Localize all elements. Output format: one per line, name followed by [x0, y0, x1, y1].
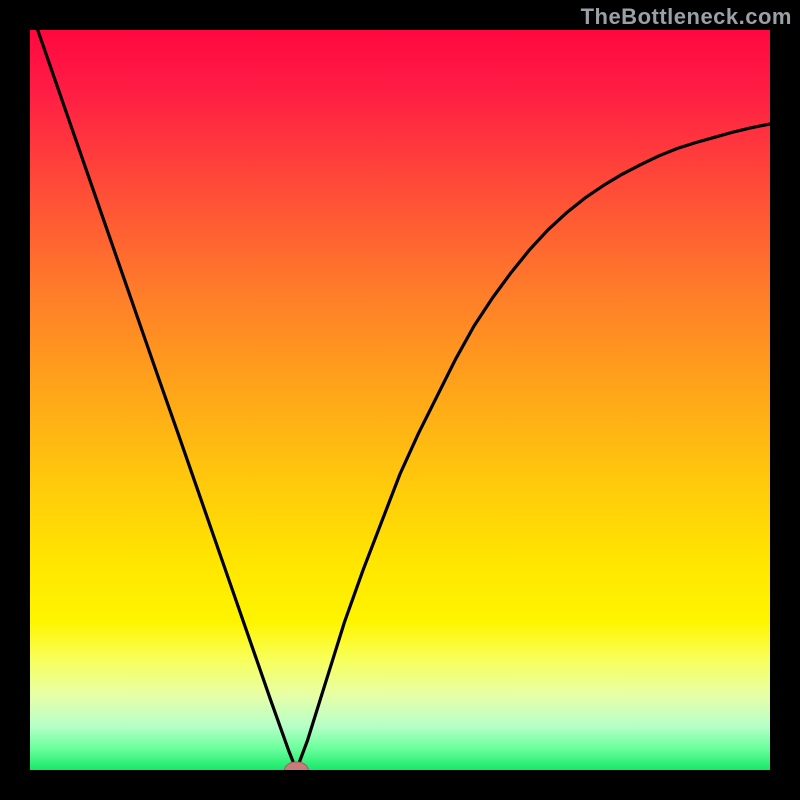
chart-frame: TheBottleneck.com: [0, 0, 800, 800]
gradient-background: [30, 30, 770, 770]
plot-area: [30, 30, 770, 770]
watermark-text: TheBottleneck.com: [581, 4, 792, 30]
chart-svg: [30, 30, 770, 770]
